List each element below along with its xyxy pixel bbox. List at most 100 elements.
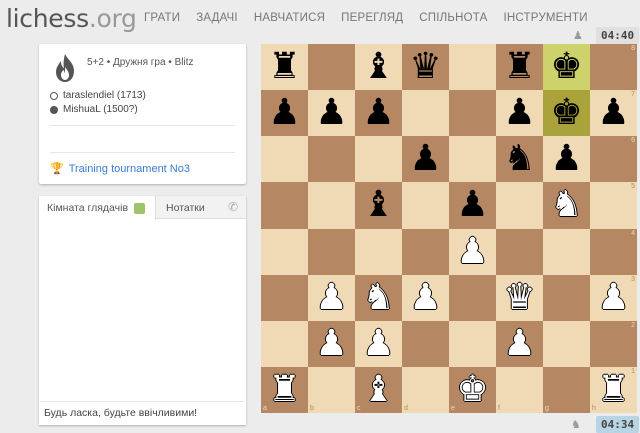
black-king[interactable]: ♚ [550,95,582,131]
square-d5[interactable] [402,182,449,229]
white-rook[interactable]: ♜ [268,371,300,408]
nav-watch[interactable]: ПЕРЕГЛЯД [341,12,403,24]
chess-board[interactable]: ♜ ♝ ♛ ♜ ♚ 8 ♟ ♟ ♟ ♟ ♚ ♟ 7 ♟ ♞ ♟ 6 ♝ ♟ ♞ 5 ♟ 4 ♟ ♞ ♟ ♛ ♟ 3 ♟ ♟ ♟ 2 ♜ a b ♝ c d ♚… [261,44,637,413]
nav-learn[interactable]: НАВЧАТИСЯ [254,12,325,24]
square-b6[interactable] [308,136,355,183]
black-pawn[interactable]: ♟ [597,95,629,131]
square-h7[interactable]: ♟ 7 [590,90,637,137]
square-b3[interactable]: ♟ [308,274,355,321]
square-d1[interactable]: d [402,366,449,413]
square-b8[interactable] [308,44,355,91]
square-b5[interactable] [308,182,355,229]
square-a4[interactable] [261,228,308,275]
square-a2[interactable] [261,320,308,367]
chat-input[interactable]: Будь ласка, будьте ввічливими! [41,401,244,423]
black-rook[interactable]: ♜ [268,49,300,85]
black-pawn[interactable]: ♟ [362,95,394,131]
square-d2[interactable] [402,320,449,367]
nav-community[interactable]: СПІЛЬНОТА [419,12,487,24]
black-knight[interactable]: ♞ [503,141,535,177]
square-d3[interactable]: ♟ [402,274,449,321]
white-pawn[interactable]: ♟ [456,233,488,270]
square-c5[interactable]: ♝ [355,182,402,229]
white-player[interactable]: taraslendiel (1713) [50,90,146,101]
square-h6[interactable]: 6 [590,136,637,183]
tab-spectator-room[interactable]: Кімната глядачів [39,196,156,220]
square-c1[interactable]: ♝ c [355,366,402,413]
square-c3[interactable]: ♞ [355,274,402,321]
black-queen[interactable]: ♛ [409,49,441,85]
square-g6[interactable]: ♟ [543,136,590,183]
square-e7[interactable] [449,90,496,137]
square-d7[interactable] [402,90,449,137]
black-rook[interactable]: ♜ [503,49,535,85]
square-f5[interactable] [496,182,543,229]
white-king[interactable]: ♚ [456,371,488,408]
square-b2[interactable]: ♟ [308,320,355,367]
phone-icon[interactable]: ✆ [228,200,238,214]
square-e2[interactable] [449,320,496,367]
square-c4[interactable] [355,228,402,275]
white-pawn[interactable]: ♟ [597,279,629,316]
square-g4[interactable] [543,228,590,275]
square-a8[interactable]: ♜ [261,44,308,91]
square-f2[interactable]: ♟ [496,320,543,367]
black-pawn[interactable]: ♟ [315,95,347,131]
white-knight[interactable]: ♞ [550,187,582,223]
square-f4[interactable] [496,228,543,275]
tournament-link[interactable]: 🏆 Training tournament No3 [50,162,190,176]
white-bishop[interactable]: ♝ [362,371,394,408]
square-a5[interactable] [261,182,308,229]
nav-puzzles[interactable]: ЗАДАЧІ [196,12,238,24]
square-g3[interactable] [543,274,590,321]
square-h1[interactable]: ♜ 1 h [590,366,637,413]
black-bishop[interactable]: ♝ [362,187,394,223]
square-a7[interactable]: ♟ [261,90,308,137]
chat-toggle-checkbox[interactable] [134,202,146,214]
square-c6[interactable] [355,136,402,183]
white-pawn[interactable]: ♟ [362,325,394,362]
square-e5[interactable]: ♟ [449,182,496,229]
square-e8[interactable] [449,44,496,91]
black-king[interactable]: ♚ [550,49,582,85]
black-pawn[interactable]: ♟ [456,187,488,223]
square-d4[interactable] [402,228,449,275]
white-pawn[interactable]: ♟ [503,325,535,362]
square-c7[interactable]: ♟ [355,90,402,137]
square-h8[interactable]: 8 [590,44,637,91]
square-f8[interactable]: ♜ [496,44,543,91]
tab-notes[interactable]: Нотатки [166,196,205,219]
square-h5[interactable]: 5 [590,182,637,229]
black-pawn[interactable]: ♟ [409,141,441,177]
square-c2[interactable]: ♟ [355,320,402,367]
black-pawn[interactable]: ♟ [550,141,582,177]
nav-play[interactable]: ГРАТИ [144,12,180,24]
square-h4[interactable]: 4 [590,228,637,275]
black-player[interactable]: MishuaL (1500?) [50,104,138,115]
square-e3[interactable] [449,274,496,321]
black-bishop[interactable]: ♝ [362,49,394,85]
black-pawn[interactable]: ♟ [503,95,535,131]
square-d6[interactable]: ♟ [402,136,449,183]
square-e6[interactable] [449,136,496,183]
square-g2[interactable] [543,320,590,367]
square-f7[interactable]: ♟ [496,90,543,137]
square-a3[interactable] [261,274,308,321]
square-b1[interactable]: b [308,366,355,413]
square-f1[interactable]: f [496,366,543,413]
square-e4[interactable]: ♟ [449,228,496,275]
square-c8[interactable]: ♝ [355,44,402,91]
white-pawn[interactable]: ♟ [409,279,441,316]
white-pawn[interactable]: ♟ [315,325,347,362]
square-e1[interactable]: ♚ e [449,366,496,413]
square-g5[interactable]: ♞ [543,182,590,229]
white-pawn[interactable]: ♟ [315,279,347,316]
square-a1[interactable]: ♜ a [261,366,308,413]
square-g7[interactable]: ♚ [543,90,590,137]
square-h3[interactable]: ♟ 3 [590,274,637,321]
nav-tools[interactable]: ІНСТРУМЕНТИ [503,12,587,24]
white-knight[interactable]: ♞ [362,279,394,316]
square-g1[interactable]: g [543,366,590,413]
white-queen[interactable]: ♛ [503,279,535,316]
black-pawn[interactable]: ♟ [268,95,300,131]
